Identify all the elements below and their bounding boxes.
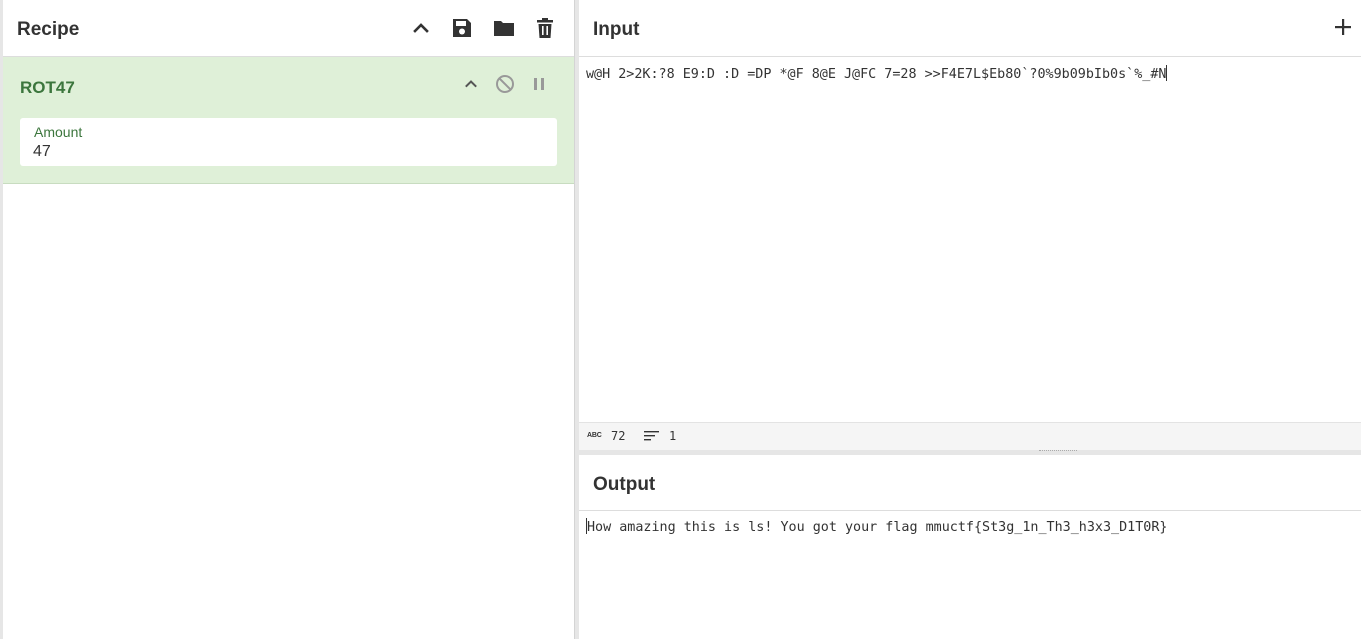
- amount-label: Amount: [34, 124, 83, 140]
- chevron-up-icon[interactable]: [409, 16, 433, 40]
- splitter-grip[interactable]: [1039, 450, 1077, 452]
- input-title: Input: [593, 19, 640, 40]
- trash-icon[interactable]: [533, 16, 557, 40]
- resize-grip[interactable]: [3, 430, 6, 470]
- recipe-pane: Recipe ROT47 Amount: [0, 0, 574, 639]
- pause-icon[interactable]: [528, 73, 550, 95]
- save-icon[interactable]: [450, 16, 474, 40]
- input-pane: Input w@H 2>2K:?8 E9:D :D =DP *@F 8@E J@…: [579, 0, 1361, 455]
- recipe-title: Recipe: [17, 19, 80, 40]
- recipe-header: Recipe: [3, 0, 574, 57]
- output-header: Output: [579, 455, 1361, 511]
- input-status-bar: ABC 72 1: [579, 422, 1361, 450]
- lines-icon: [644, 430, 660, 442]
- operation-rot47[interactable]: ROT47 Amount: [3, 57, 574, 184]
- output-pane: Output How amazing this is ls! You got y…: [579, 455, 1361, 639]
- folder-icon[interactable]: [492, 16, 516, 40]
- char-count: 72: [611, 429, 626, 443]
- output-title: Output: [593, 474, 656, 495]
- amount-input[interactable]: [33, 142, 533, 162]
- output-textarea[interactable]: How amazing this is ls! You got your fla…: [586, 518, 1351, 535]
- input-textarea[interactable]: w@H 2>2K:?8 E9:D :D =DP *@F 8@E J@FC 7=2…: [586, 65, 1351, 82]
- input-header: Input: [579, 0, 1361, 57]
- line-count: 1: [669, 429, 677, 443]
- chevron-up-icon[interactable]: [460, 73, 482, 95]
- amount-field[interactable]: Amount: [20, 118, 557, 166]
- disable-icon[interactable]: [494, 73, 516, 95]
- abc-icon: ABC: [587, 432, 602, 439]
- plus-icon[interactable]: [1333, 17, 1353, 37]
- operation-name: ROT47: [20, 78, 75, 97]
